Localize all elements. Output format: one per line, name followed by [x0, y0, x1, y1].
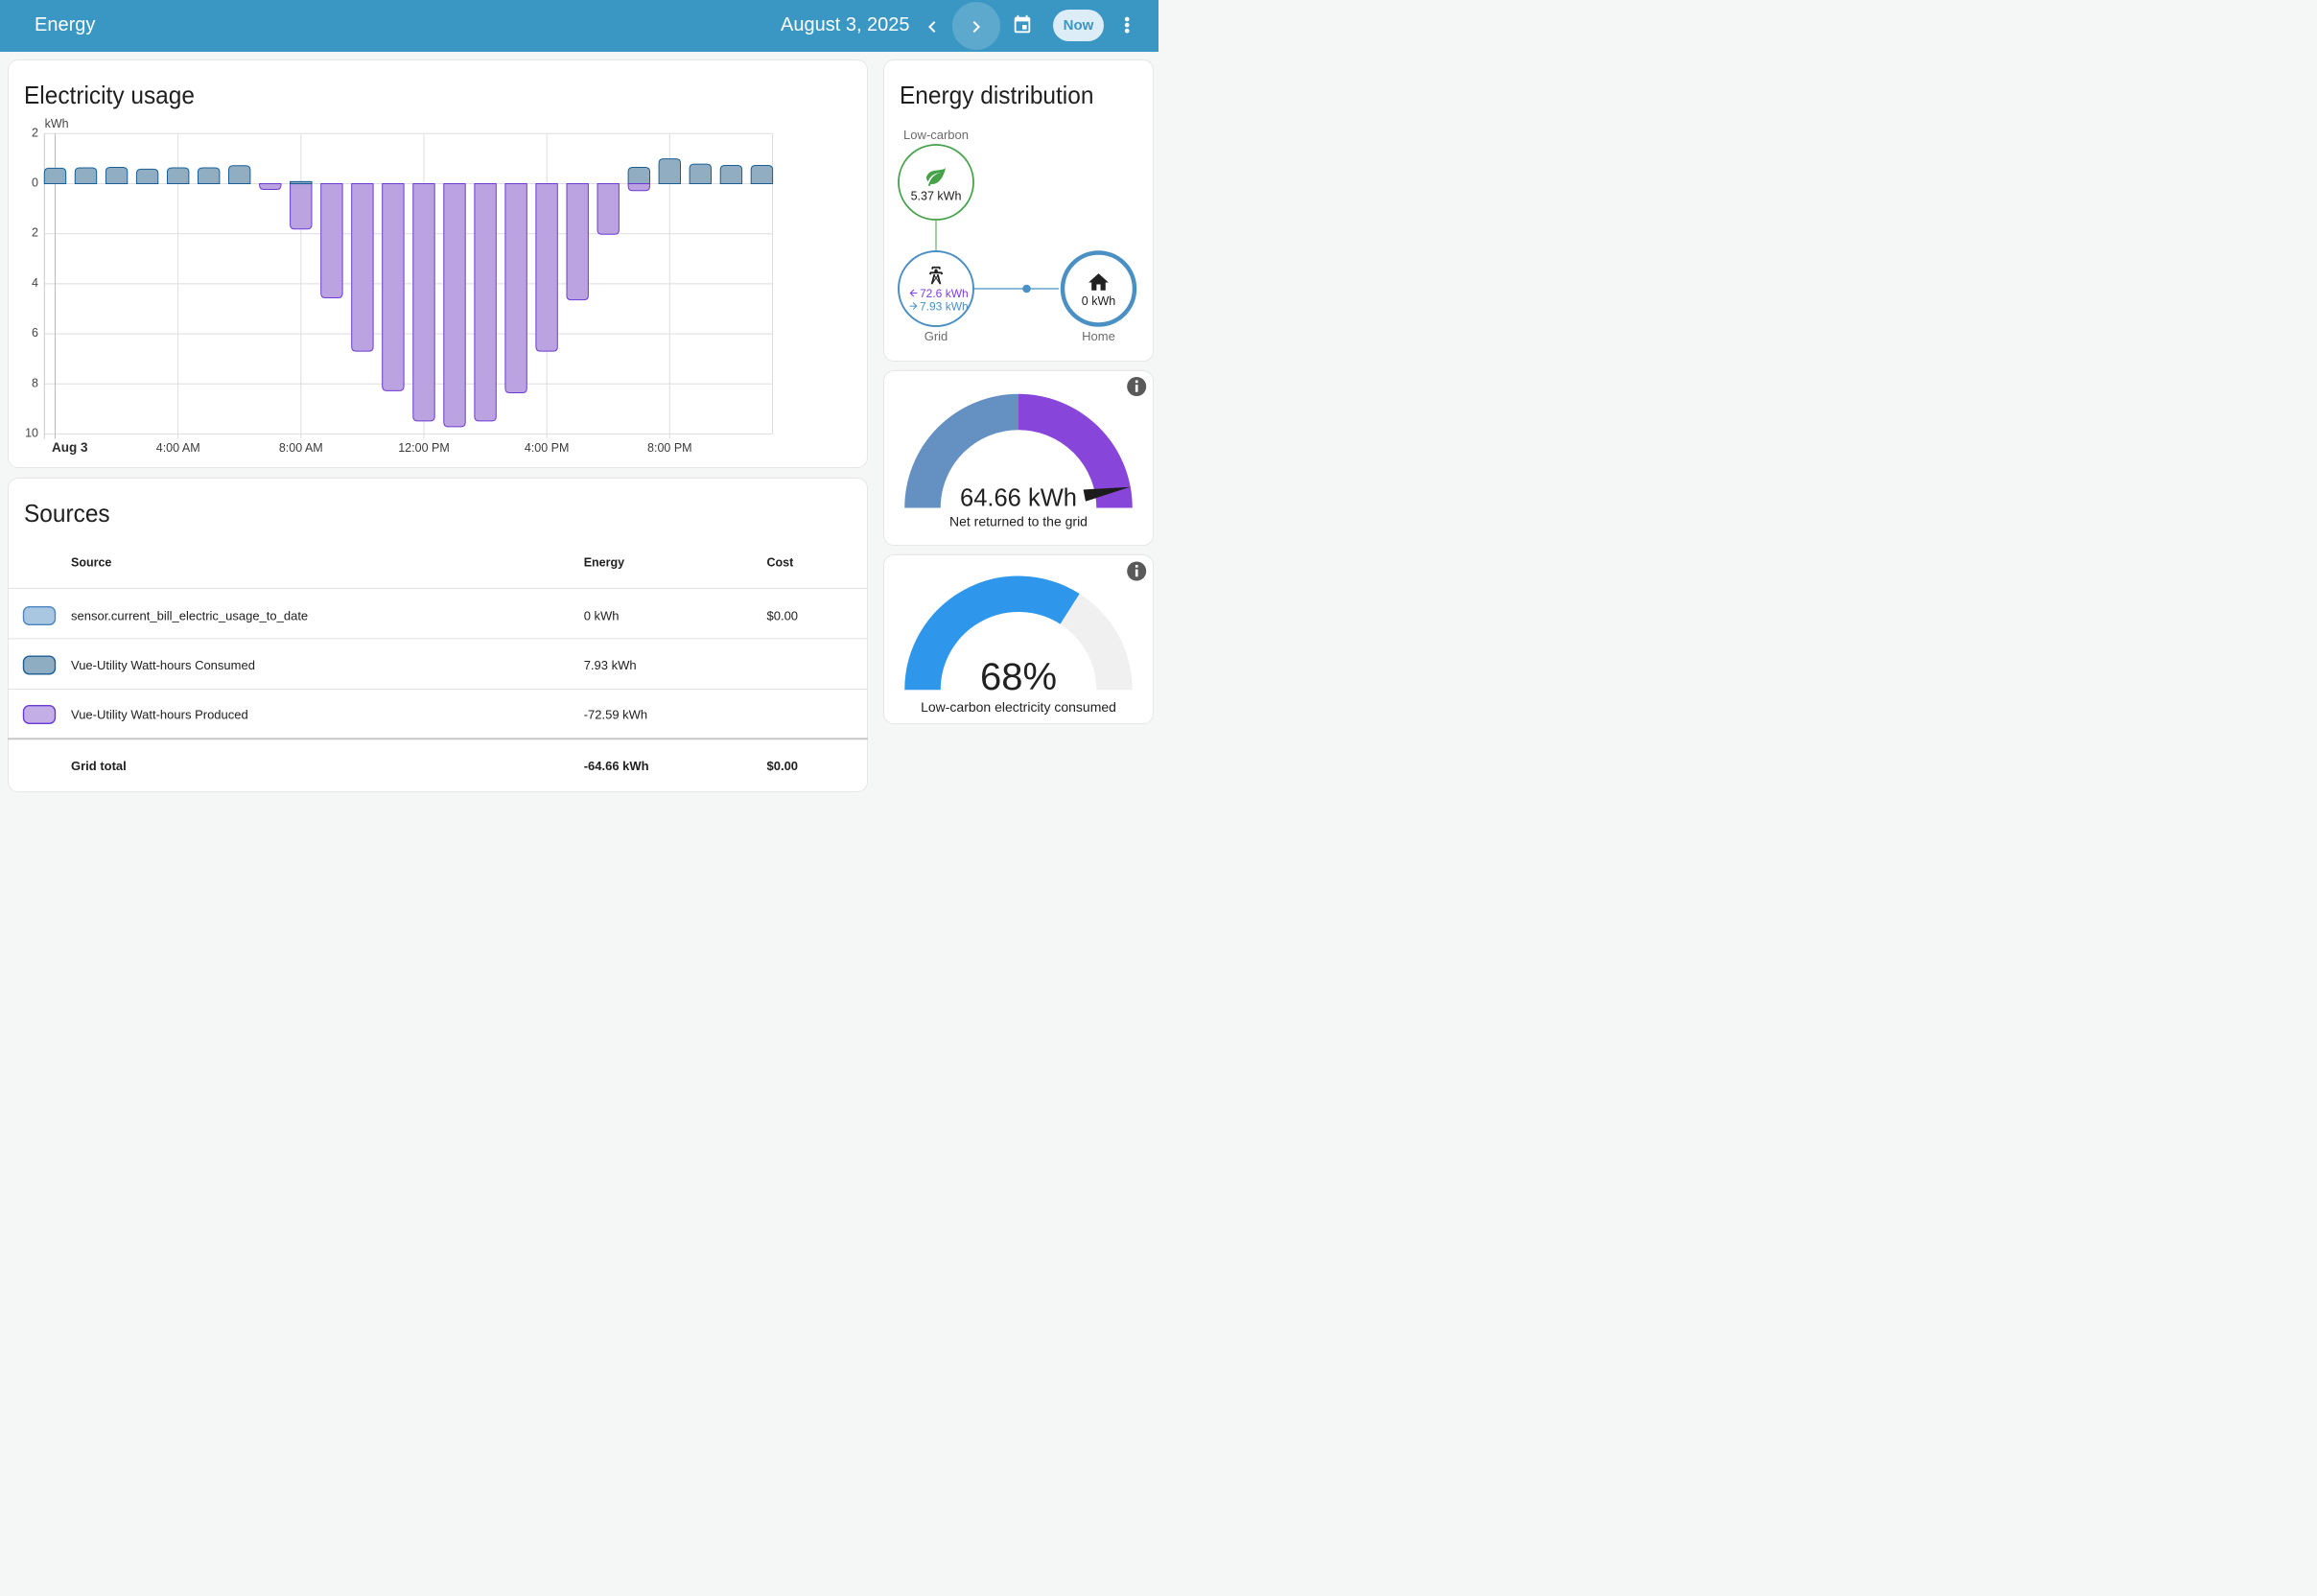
svg-text:$0.00: $0.00 — [767, 759, 799, 773]
svg-text:Cost: Cost — [767, 556, 795, 570]
svg-text:64.66 kWh: 64.66 kWh — [960, 485, 1077, 512]
svg-text:8:00 PM: 8:00 PM — [647, 441, 692, 455]
svg-text:Vue-Utility Watt-hours Consume: Vue-Utility Watt-hours Consumed — [71, 658, 255, 672]
svg-text:sensor.current_bill_electric_u: sensor.current_bill_electric_usage_to_da… — [71, 609, 308, 623]
svg-text:Low-carbon electricity consume: Low-carbon electricity consumed — [921, 699, 1116, 715]
svg-text:0 kWh: 0 kWh — [1082, 294, 1115, 308]
svg-text:Energy: Energy — [584, 556, 624, 570]
svg-text:8: 8 — [32, 376, 38, 389]
svg-text:7.93 kWh: 7.93 kWh — [584, 658, 637, 672]
svg-text:8:00 AM: 8:00 AM — [279, 441, 323, 455]
svg-text:2: 2 — [32, 126, 38, 139]
svg-text:72.6 kWh: 72.6 kWh — [920, 287, 969, 300]
svg-text:12:00 PM: 12:00 PM — [398, 441, 450, 455]
svg-text:Low-carbon: Low-carbon — [903, 128, 969, 142]
svg-text:Vue-Utility Watt-hours Produce: Vue-Utility Watt-hours Produced — [71, 708, 248, 722]
svg-text:6: 6 — [32, 326, 38, 340]
svg-text:$0.00: $0.00 — [767, 609, 799, 623]
svg-text:Grid total: Grid total — [71, 759, 127, 773]
svg-text:kWh: kWh — [45, 117, 69, 130]
svg-text:Source: Source — [71, 556, 111, 570]
svg-text:10: 10 — [25, 427, 38, 440]
svg-text:4:00 AM: 4:00 AM — [156, 441, 200, 455]
svg-text:0 kWh: 0 kWh — [584, 609, 620, 623]
svg-text:7.93 kWh: 7.93 kWh — [920, 300, 969, 314]
svg-text:5.37 kWh: 5.37 kWh — [911, 190, 962, 203]
svg-text:Home: Home — [1082, 329, 1115, 343]
svg-text:-64.66 kWh: -64.66 kWh — [584, 759, 649, 773]
svg-text:2: 2 — [32, 226, 38, 240]
svg-text:4: 4 — [32, 276, 38, 290]
svg-text:68%: 68% — [980, 656, 1057, 698]
svg-text:0: 0 — [32, 176, 38, 190]
svg-text:-72.59 kWh: -72.59 kWh — [584, 708, 647, 722]
svg-text:4:00 PM: 4:00 PM — [525, 441, 570, 455]
svg-text:Net returned to the grid: Net returned to the grid — [949, 514, 1088, 529]
svg-text:Grid: Grid — [924, 329, 948, 343]
svg-text:Aug 3: Aug 3 — [52, 440, 88, 455]
